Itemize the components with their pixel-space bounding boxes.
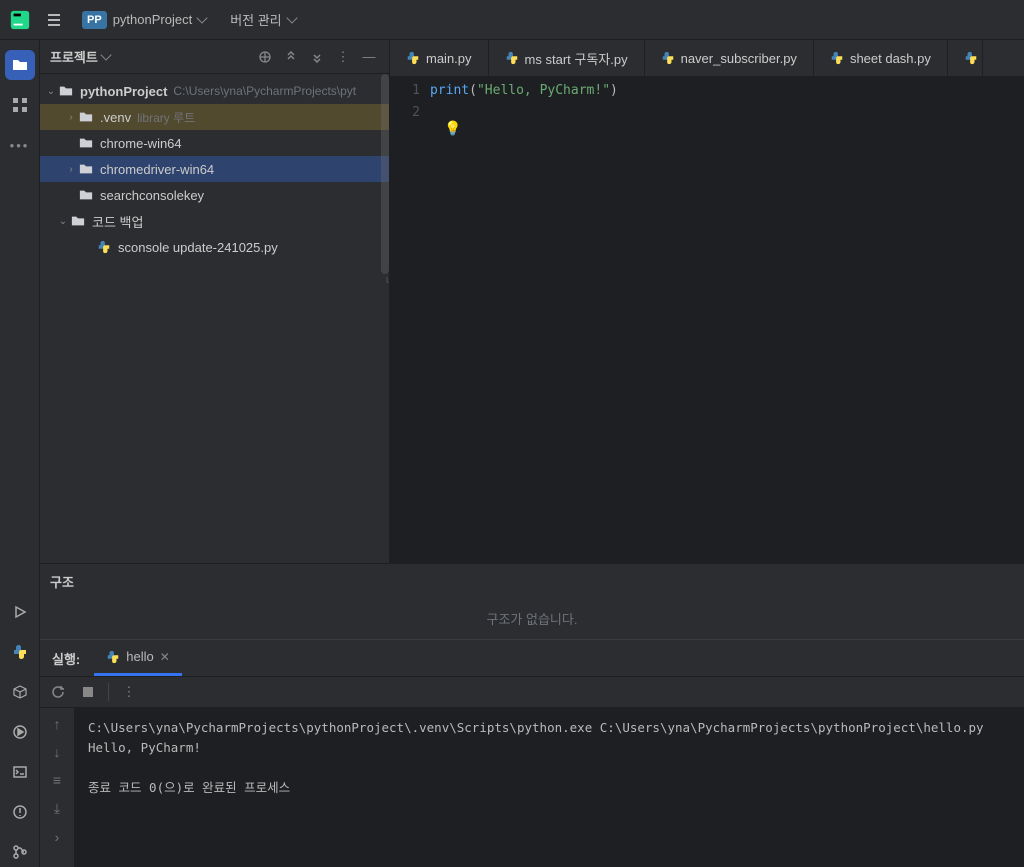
scrollbar[interactable] — [381, 74, 389, 274]
tree-item[interactable]: chrome-win64 — [40, 130, 389, 156]
git-tool-button[interactable] — [5, 837, 35, 867]
main-menu-button[interactable] — [44, 10, 64, 30]
python-file-icon — [106, 650, 120, 664]
run-config-tab[interactable]: hello ✕ — [94, 640, 182, 676]
folder-icon — [70, 213, 86, 229]
rerun-button[interactable] — [48, 682, 68, 702]
project-panel-title[interactable]: 프로젝트 — [50, 47, 249, 66]
run-panel-header: 실행: hello ✕ — [40, 640, 1024, 676]
expand-all-button[interactable] — [281, 47, 301, 67]
structure-panel: 구조 구조가 없습니다. — [40, 563, 1024, 639]
print-button[interactable]: › — [55, 829, 60, 845]
folder-icon — [58, 83, 74, 99]
vcs-menu[interactable]: 버전 관리 — [224, 6, 301, 33]
tree-item[interactable]: ⌄ 코드 백업 — [40, 208, 389, 234]
soft-wrap-button[interactable]: ≡ — [53, 772, 61, 788]
down-arrow-icon[interactable]: ↓ — [54, 744, 61, 760]
folder-icon — [78, 109, 94, 125]
editor-tab[interactable]: sheet dash.py — [814, 40, 948, 76]
more-actions-button[interactable]: ⋮ — [119, 682, 139, 702]
chevron-down-icon[interactable]: ⌄ — [56, 216, 70, 227]
run-panel: 실행: hello ✕ ⋮ ↑ ↓ ≡ ⤓ › — [40, 639, 1024, 867]
collapse-all-button[interactable] — [307, 47, 327, 67]
editor-tabs: main.py ms start 구독자.py naver_subscriber… — [390, 40, 1024, 76]
python-file-icon — [406, 51, 420, 65]
python-file-icon — [661, 51, 675, 65]
run-toolbar: ⋮ — [40, 676, 1024, 708]
vcs-label: 버전 관리 — [230, 10, 281, 29]
truncated-text: uf — [386, 274, 389, 286]
structure-empty-message: 구조가 없습니다. — [50, 609, 1014, 628]
app-logo-icon — [8, 8, 32, 32]
project-panel-header: 프로젝트 ⋮ — — [40, 40, 389, 74]
intention-bulb-icon[interactable]: 💡 — [444, 120, 461, 137]
python-file-icon — [96, 239, 112, 255]
editor-tab[interactable]: ms start 구독자.py — [489, 40, 645, 76]
structure-tool-button[interactable] — [5, 90, 35, 120]
chevron-down-icon — [197, 12, 208, 23]
project-name: pythonProject — [113, 12, 193, 27]
hide-panel-button[interactable]: — — [359, 47, 379, 67]
run-side-toolbar: ↑ ↓ ≡ ⤓ › — [40, 708, 74, 867]
code-editor[interactable]: 1 2 print("Hello, PyCharm!") 💡 — [390, 76, 1024, 563]
chevron-down-icon: ⌄ — [44, 86, 58, 97]
tree-item[interactable]: searchconsolekey — [40, 182, 389, 208]
editor-tab[interactable]: naver_subscriber.py — [645, 40, 814, 76]
panel-options-button[interactable]: ⋮ — [333, 47, 353, 67]
ellipsis-icon: ••• — [10, 138, 30, 153]
topbar: PP pythonProject 버전 관리 — [0, 0, 1024, 40]
close-icon[interactable]: ✕ — [160, 650, 170, 664]
folder-icon — [78, 135, 94, 151]
up-arrow-icon[interactable]: ↑ — [54, 716, 61, 732]
tree-item[interactable]: › chromedriver-win64 — [40, 156, 389, 182]
chevron-down-icon — [100, 49, 111, 60]
more-tools-button[interactable]: ••• — [5, 130, 35, 160]
code-content[interactable]: print("Hello, PyCharm!") — [430, 80, 1024, 563]
line-gutter: 1 2 — [390, 80, 430, 563]
packages-tool-button[interactable] — [5, 677, 35, 707]
run-title: 실행: — [52, 649, 80, 668]
python-file-icon — [830, 51, 844, 65]
tree-item[interactable]: sconsole update-241025.py — [40, 234, 389, 260]
project-badge: PP — [82, 11, 107, 29]
project-tree[interactable]: ⌄ pythonProject C:\Users\yna\PycharmProj… — [40, 74, 389, 563]
services-tool-button[interactable] — [5, 717, 35, 747]
terminal-tool-button[interactable] — [5, 757, 35, 787]
structure-title: 구조 — [50, 572, 1014, 591]
problems-tool-button[interactable] — [5, 797, 35, 827]
editor-area: main.py ms start 구독자.py naver_subscriber… — [390, 40, 1024, 563]
project-tool-button[interactable] — [5, 50, 35, 80]
folder-icon — [78, 187, 94, 203]
chevron-right-icon[interactable]: › — [64, 164, 78, 175]
python-console-tool-button[interactable] — [5, 637, 35, 667]
python-file-icon — [505, 51, 519, 65]
editor-tab-partial[interactable] — [948, 40, 983, 76]
scroll-to-end-button[interactable]: ⤓ — [54, 800, 60, 817]
tree-item[interactable]: › .venv library 루트 — [40, 104, 389, 130]
console-output[interactable]: C:\Users\yna\PycharmProjects\pythonProje… — [74, 708, 1024, 867]
left-tool-rail: ••• — [0, 40, 40, 867]
project-panel: 프로젝트 ⋮ — ⌄ pythonProject C:\User — [40, 40, 390, 563]
project-selector[interactable]: PP pythonProject — [76, 7, 212, 33]
stop-button[interactable] — [78, 682, 98, 702]
chevron-right-icon[interactable]: › — [64, 112, 78, 123]
folder-icon — [78, 161, 94, 177]
select-opened-file-button[interactable] — [255, 47, 275, 67]
editor-tab[interactable]: main.py — [390, 40, 489, 76]
run-tool-button[interactable] — [5, 597, 35, 627]
tree-root[interactable]: ⌄ pythonProject C:\Users\yna\PycharmProj… — [40, 78, 389, 104]
python-file-icon — [964, 51, 978, 65]
chevron-down-icon — [286, 12, 297, 23]
